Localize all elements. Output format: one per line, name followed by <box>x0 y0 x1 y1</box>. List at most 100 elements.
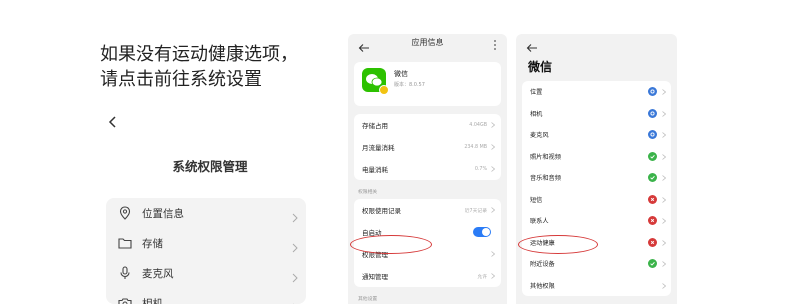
row-value: 0.7% <box>474 166 487 172</box>
usage-row-battery[interactable]: 电量消耗 0.7% <box>354 158 501 180</box>
perm-row-contacts[interactable]: 联系人 <box>522 210 671 232</box>
folder-icon <box>118 236 132 250</box>
system-item-location[interactable]: 位置信息 <box>106 198 306 228</box>
row-label: 权限使用记录 <box>362 207 401 215</box>
permission-card: 权限使用记录 近7天记录 自启动 权限管理 通知管理 允许 <box>354 199 501 287</box>
chevron-right-icon <box>491 273 496 279</box>
app-header-card: 微信 版本：8.0.57 <box>354 62 501 106</box>
chevron-right-icon <box>491 251 496 257</box>
wechat-permission-list: 位置 相机 麦克风 照片和视频 音乐和音频 短信 联系人 运动健康 附近设备 其… <box>522 81 671 296</box>
chevron-right-icon <box>662 132 667 138</box>
instruction-line-2: 请点击前往系统设置 <box>100 69 262 90</box>
row-label: 月流量消耗 <box>362 144 395 152</box>
row-label: 照片和视频 <box>530 153 561 161</box>
ask-status-icon <box>648 108 657 118</box>
row-label: 附近设备 <box>530 261 555 269</box>
perm-row-photos[interactable]: 照片和视频 <box>522 146 671 168</box>
chevron-right-icon <box>292 298 298 304</box>
system-item-label: 麦克风 <box>142 267 174 280</box>
row-label: 自启动 <box>362 229 382 237</box>
chevron-right-icon <box>491 144 496 150</box>
perm-row-camera[interactable]: 相机 <box>522 103 671 125</box>
system-item-storage[interactable]: 存储 <box>106 228 306 258</box>
check-status-icon <box>648 173 657 182</box>
row-value: 234.8 MB <box>464 144 487 150</box>
chevron-right-icon <box>662 110 667 117</box>
chevron-right-icon <box>292 238 298 253</box>
app-badge-icon <box>379 85 389 95</box>
wechat-permissions-topbar <box>516 34 677 52</box>
back-arrow-icon[interactable] <box>106 114 120 130</box>
ask-status-icon <box>648 87 657 96</box>
system-item-label: 存储 <box>142 237 163 250</box>
perm-row-location[interactable]: 位置 <box>522 81 671 103</box>
wechat-permissions-title: 微信 <box>528 60 553 74</box>
permission-row-history[interactable]: 权限使用记录 近7天记录 <box>354 199 501 221</box>
row-label: 联系人 <box>530 218 549 226</box>
system-item-label: 位置信息 <box>142 207 184 220</box>
usage-row-data[interactable]: 月流量消耗 234.8 MB <box>354 136 501 158</box>
app-info-topbar: 应用信息 <box>348 34 507 52</box>
denied-status-icon <box>648 216 657 225</box>
perm-row-sms[interactable]: 短信 <box>522 189 671 211</box>
section-label-permissions: 权限相关 <box>358 190 378 195</box>
chevron-right-icon <box>662 218 667 224</box>
chevron-right-icon <box>662 153 667 160</box>
back-arrow-icon[interactable] <box>526 38 538 52</box>
check-status-icon <box>648 259 657 268</box>
ask-status-icon <box>648 130 657 139</box>
system-panel-title: 系统权限管理 <box>172 159 248 174</box>
system-item-microphone[interactable]: 麦克风 <box>106 258 306 288</box>
app-info-screen: 应用信息 微信 版本：8.0.57 存储占用 4.04GB 月流量消耗 234.… <box>348 34 507 304</box>
more-vertical-icon[interactable] <box>493 36 497 50</box>
instruction-line-1: 如果没有运动健康选项， <box>100 44 298 65</box>
wechat-permissions-screen: 微信 位置 相机 麦克风 照片和视频 音乐和音频 短信 联系人 运动健康 附近设… <box>516 34 677 304</box>
permission-row-notifications[interactable]: 通知管理 允许 <box>354 265 501 287</box>
row-value: 4.04GB <box>469 122 487 128</box>
row-label: 麦克风 <box>530 132 549 140</box>
denied-status-icon <box>648 194 657 204</box>
denied-status-icon <box>648 237 657 247</box>
chevron-right-icon <box>662 196 667 203</box>
system-item-camera[interactable]: 相机 <box>106 288 306 304</box>
chevron-right-icon <box>292 268 298 283</box>
check-status-icon <box>648 151 657 161</box>
instruction-text: 如果没有运动健康选项， 请点击前往系统设置 <box>100 42 298 92</box>
usage-card: 存储占用 4.04GB 月流量消耗 234.8 MB 电量消耗 0.7% <box>354 114 501 180</box>
row-label: 相机 <box>530 110 543 118</box>
chevron-right-icon <box>662 282 667 289</box>
row-value: 允许 <box>477 274 487 280</box>
perm-row-audio[interactable]: 音乐和音频 <box>522 167 671 189</box>
row-label: 短信 <box>530 196 543 204</box>
app-name: 微信 <box>394 70 408 78</box>
perm-row-microphone[interactable]: 麦克风 <box>522 124 671 146</box>
system-permission-list: 位置信息 存储 麦克风 相机 <box>106 198 306 304</box>
row-label: 位置 <box>530 89 543 97</box>
permission-row-manage[interactable]: 权限管理 <box>354 243 501 265</box>
row-label: 其他权限 <box>530 282 555 290</box>
perm-row-nearby[interactable]: 附近设备 <box>522 253 671 275</box>
camera-icon <box>118 296 132 304</box>
app-info-title: 应用信息 <box>411 38 444 47</box>
row-label: 音乐和音频 <box>530 175 561 183</box>
chevron-right-icon <box>491 207 496 213</box>
autostart-toggle[interactable] <box>473 227 491 237</box>
row-value: 近7天记录 <box>464 208 487 214</box>
perm-row-other[interactable]: 其他权限 <box>522 275 671 297</box>
row-label: 权限管理 <box>362 251 388 259</box>
chevron-right-icon <box>662 261 667 267</box>
system-item-label: 相机 <box>142 297 163 304</box>
microphone-icon <box>118 266 132 280</box>
app-version: 版本：8.0.57 <box>394 82 425 88</box>
wechat-app-icon <box>362 68 389 95</box>
row-label: 运动健康 <box>530 239 555 247</box>
row-label: 电量消耗 <box>362 166 388 174</box>
row-label: 存储占用 <box>362 122 388 130</box>
perm-row-fitness[interactable]: 运动健康 <box>522 232 671 254</box>
location-icon <box>118 206 132 220</box>
permission-row-autostart: 自启动 <box>354 221 501 243</box>
usage-row-storage[interactable]: 存储占用 4.04GB <box>354 114 501 136</box>
chevron-right-icon <box>292 208 298 223</box>
chevron-right-icon <box>491 122 496 128</box>
chevron-right-icon <box>491 166 496 172</box>
